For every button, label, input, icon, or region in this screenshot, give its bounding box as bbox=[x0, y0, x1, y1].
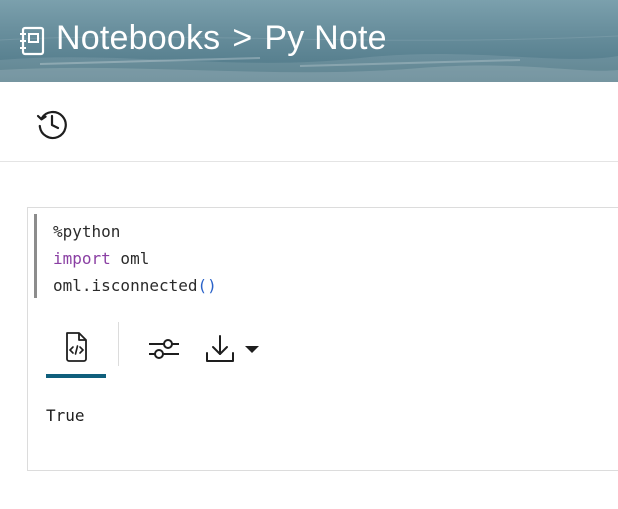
file-code-icon bbox=[66, 332, 87, 362]
result-tabs bbox=[46, 320, 267, 380]
download-icon bbox=[206, 335, 234, 362]
caret-down-icon bbox=[245, 346, 259, 353]
app-header: Notebooks > Py Note bbox=[0, 0, 618, 82]
tab-divider bbox=[118, 322, 119, 366]
history-clock-icon bbox=[36, 110, 67, 140]
notebook-toolbar bbox=[0, 82, 618, 162]
code-line: %python bbox=[53, 222, 121, 241]
code-line: oml.isconnected() bbox=[53, 276, 217, 295]
breadcrumb-separator: > bbox=[232, 19, 253, 57]
paragraph-output: True bbox=[46, 406, 85, 425]
tab-settings[interactable] bbox=[131, 320, 197, 378]
download-dropdown[interactable] bbox=[197, 320, 267, 378]
notebook-paragraph[interactable]: %python import oml oml.isconnected() Tru… bbox=[27, 207, 618, 471]
notebook-title: Py Note bbox=[264, 19, 387, 57]
code-keyword: import bbox=[53, 249, 111, 268]
code-paren: () bbox=[197, 276, 217, 295]
code-line: import oml bbox=[53, 249, 150, 268]
notebook-icon bbox=[20, 23, 46, 56]
breadcrumb-notebooks-link[interactable]: Notebooks bbox=[56, 16, 220, 60]
tab-code-output[interactable] bbox=[46, 320, 106, 378]
sliders-icon bbox=[149, 339, 179, 359]
code-editor[interactable]: %python import oml oml.isconnected() bbox=[34, 214, 618, 298]
breadcrumb: Notebooks > Py Note bbox=[20, 16, 387, 60]
history-button[interactable] bbox=[34, 106, 70, 142]
